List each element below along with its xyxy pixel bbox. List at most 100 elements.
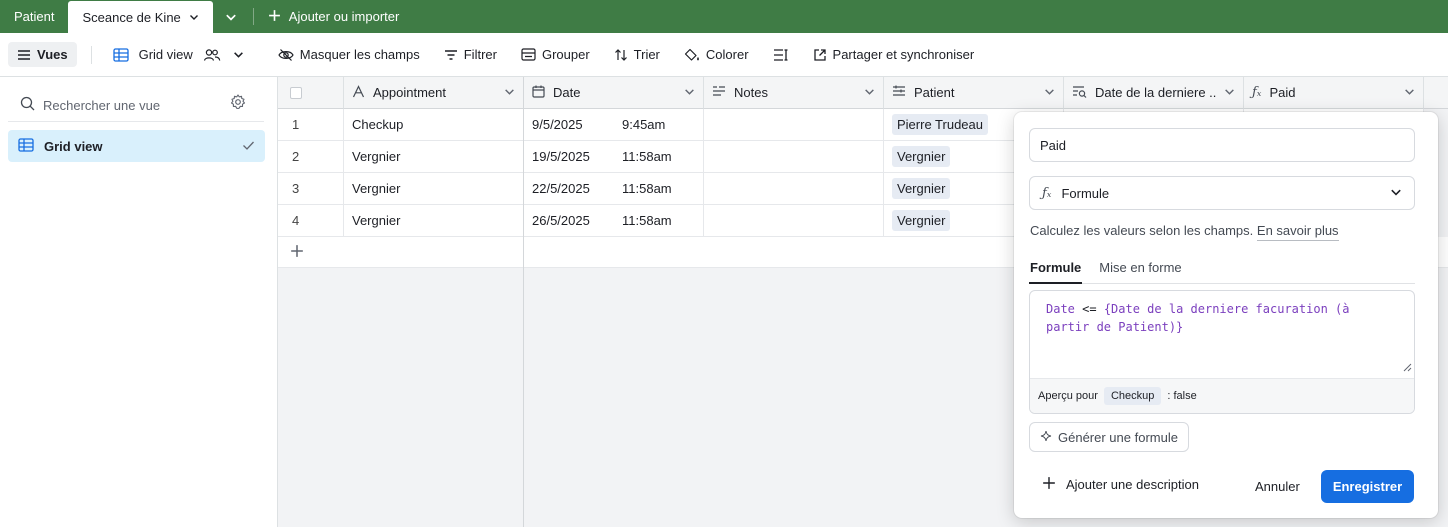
column-header-filler: [1424, 77, 1448, 109]
formula-text[interactable]: Date <= {Date de la derniere facuration …: [1046, 300, 1376, 336]
views-toggle-button[interactable]: Vues: [8, 42, 77, 67]
select-all-checkbox[interactable]: [290, 86, 302, 99]
chevron-down-icon: [233, 49, 244, 60]
cell-date[interactable]: 9/5/2025 9:45am: [524, 109, 704, 141]
share-and-sync-button[interactable]: Partager et synchroniser: [804, 42, 984, 67]
grid-view-icon: [112, 47, 129, 62]
calendar-icon: [532, 85, 545, 101]
sparkle-icon: [1040, 430, 1052, 445]
filter-button[interactable]: Filtrer: [435, 42, 506, 67]
resize-handle-icon[interactable]: [1403, 360, 1412, 375]
search-icon: [20, 96, 35, 114]
row-number: 2: [278, 141, 344, 173]
column-header-date-derniere-facturation[interactable]: Date de la derniere ...: [1064, 77, 1244, 109]
frozen-column-divider: [523, 77, 524, 527]
current-view-button[interactable]: Grid view: [104, 42, 253, 67]
linked-record-chip[interactable]: Pierre Trudeau: [892, 114, 988, 135]
formula-tabs: Formule Mise en forme: [1029, 260, 1415, 284]
cell-date[interactable]: 22/5/2025 11:58am: [524, 173, 704, 205]
formula-editor[interactable]: Date <= {Date de la derniere facuration …: [1029, 290, 1415, 414]
learn-more-link[interactable]: En savoir plus: [1256, 223, 1339, 241]
lookup-icon: [1072, 85, 1087, 101]
table-tab-bar: Patient Sceance de Kine Ajouter ou impor…: [0, 0, 1448, 33]
external-link-icon: [813, 48, 827, 62]
sidebar-item-grid-view[interactable]: Grid view: [8, 130, 265, 162]
row-number: 1: [278, 109, 344, 141]
chevron-down-icon[interactable]: [684, 85, 695, 100]
plus-icon: [290, 244, 304, 261]
preview-record-chip[interactable]: Checkup: [1103, 387, 1162, 405]
chevron-down-icon[interactable]: [864, 85, 875, 100]
formula-field-ref: Date: [1046, 302, 1075, 316]
linked-record-icon: [892, 85, 906, 100]
column-header-appointment[interactable]: Appointment: [344, 77, 524, 109]
gear-icon[interactable]: [230, 94, 246, 113]
cell-notes[interactable]: [704, 109, 884, 141]
grid-view-icon: [18, 137, 34, 155]
chevron-down-icon[interactable]: [1044, 85, 1055, 100]
checkmark-icon: [242, 139, 255, 154]
cell-notes[interactable]: [704, 173, 884, 205]
tab-divider: [252, 8, 254, 25]
select-all-header[interactable]: [278, 77, 344, 109]
cell-notes[interactable]: [704, 141, 884, 173]
toolbar-divider: [90, 45, 92, 64]
cell-appointment[interactable]: Vergnier: [344, 173, 524, 205]
field-type-select[interactable]: ƒₓ Formule: [1029, 176, 1415, 210]
field-type-help: Calculez les valeurs selon les champs. E…: [1030, 223, 1339, 241]
long-text-icon: [712, 85, 726, 100]
hamburger-icon: [17, 49, 31, 61]
column-header-notes[interactable]: Notes: [704, 77, 884, 109]
cell-date[interactable]: 26/5/2025 11:58am: [524, 205, 704, 237]
generate-formula-button[interactable]: Générer une formule: [1029, 422, 1189, 452]
single-line-text-icon: [352, 84, 365, 101]
filter-icon: [444, 49, 458, 61]
linked-record-chip[interactable]: Vergnier: [892, 210, 951, 231]
chevron-down-icon[interactable]: [1404, 85, 1415, 100]
cell-notes[interactable]: [704, 205, 884, 237]
plus-icon: [1042, 476, 1056, 493]
cell-appointment[interactable]: Vergnier: [344, 141, 524, 173]
more-tables-chevron-icon[interactable]: [213, 0, 249, 33]
chevron-down-icon[interactable]: [1224, 85, 1235, 100]
formula-operator: <=: [1082, 302, 1097, 316]
collaborators-icon: [203, 48, 221, 62]
color-button[interactable]: Colorer: [675, 42, 758, 67]
row-height-icon: [773, 48, 789, 62]
cell-appointment[interactable]: Checkup: [344, 109, 524, 141]
linked-record-chip[interactable]: Vergnier: [892, 146, 951, 167]
tab-mise-en-forme[interactable]: Mise en forme: [1098, 260, 1182, 283]
cancel-button[interactable]: Annuler: [1255, 479, 1300, 494]
chevron-down-icon: [1390, 186, 1402, 201]
linked-record-chip[interactable]: Vergnier: [892, 178, 951, 199]
view-toolbar: Vues Grid view Masquer les champs Filtre…: [0, 33, 1448, 77]
formula-preview: Aperçu pour Checkup : false: [1030, 378, 1414, 413]
field-name-input[interactable]: [1029, 128, 1415, 162]
sort-arrows-icon: [614, 48, 628, 62]
chevron-down-icon[interactable]: [189, 12, 199, 22]
row-number: 4: [278, 205, 344, 237]
cell-appointment[interactable]: Vergnier: [344, 205, 524, 237]
save-button[interactable]: Enregistrer: [1321, 470, 1414, 503]
view-search: [20, 93, 260, 117]
row-height-button[interactable]: [764, 43, 798, 67]
add-description-button[interactable]: Ajouter une description: [1042, 476, 1199, 493]
cell-date[interactable]: 19/5/2025 11:58am: [524, 141, 704, 173]
add-record-row[interactable]: [278, 237, 524, 268]
eye-slash-icon: [278, 48, 294, 62]
hide-fields-button[interactable]: Masquer les champs: [269, 42, 429, 67]
search-view-input[interactable]: [43, 97, 213, 113]
column-header-date[interactable]: Date: [524, 77, 704, 109]
formula-icon: ƒₓ: [1252, 85, 1262, 100]
sort-button[interactable]: Trier: [605, 42, 669, 67]
chevron-down-icon[interactable]: [504, 85, 515, 100]
tab-sceance-de-kine[interactable]: Sceance de Kine: [68, 1, 213, 33]
tab-formule[interactable]: Formule: [1029, 260, 1083, 284]
formula-icon: ƒₓ: [1042, 185, 1052, 201]
group-button[interactable]: Grouper: [512, 42, 599, 67]
column-header-paid[interactable]: ƒₓ Paid: [1244, 77, 1424, 109]
add-or-import-button[interactable]: Ajouter ou importer: [258, 0, 410, 33]
views-sidebar: Grid view: [0, 77, 278, 527]
column-header-patient[interactable]: Patient: [884, 77, 1064, 109]
tab-patient[interactable]: Patient: [0, 0, 68, 33]
